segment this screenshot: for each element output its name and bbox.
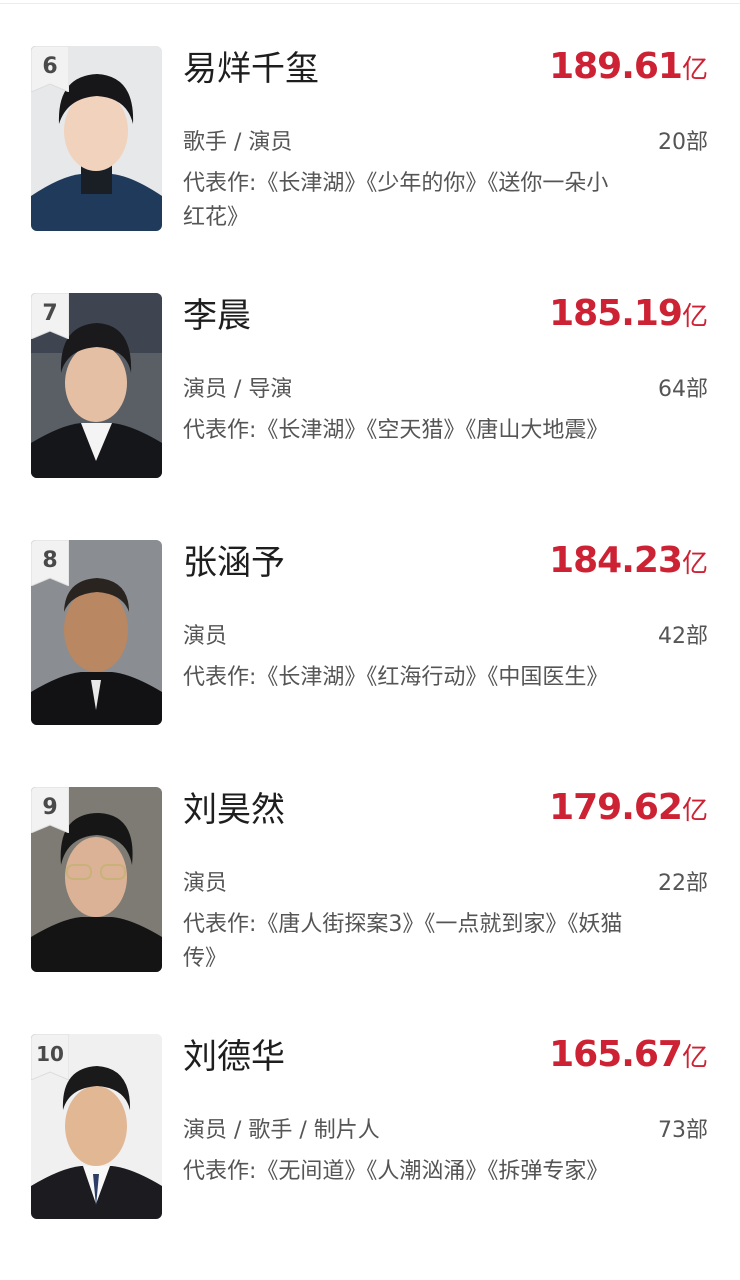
list-item[interactable]: 7 李晨 185.19亿 演员 / 导演 64部 代表作:《长津湖》《空天猎》《… [0, 293, 740, 493]
representative-works: 代表作:《长津湖》《少年的你》《送你一朵小红花》 [183, 171, 609, 230]
box-office-value: 185.19 [549, 293, 683, 334]
representative-works: 代表作:《长津湖》《红海行动》《中国医生》 [183, 665, 609, 690]
box-office-unit: 亿 [681, 796, 708, 826]
box-office-unit: 亿 [681, 549, 708, 579]
list-item[interactable]: 6 易烊千玺 189.61亿 歌手 / 演员 20部 代表作:《长津湖》《少年的… [0, 46, 740, 246]
rank-badge: 8 [31, 540, 69, 586]
actor-name[interactable]: 张涵予 [183, 542, 285, 584]
box-office-value: 184.23 [549, 540, 683, 581]
rank-number: 7 [42, 301, 58, 326]
rank-number: 10 [36, 1042, 64, 1066]
actor-roles: 歌手 / 演员 [183, 130, 293, 155]
rank-badge: 10 [31, 1034, 69, 1080]
actor-roles: 演员 / 导演 [183, 377, 293, 402]
actor-roles: 演员 / 歌手 / 制片人 [183, 1118, 380, 1143]
box-office: 184.23亿 [549, 540, 708, 588]
rank-badge: 6 [31, 46, 69, 92]
representative-works: 代表作:《唐人街探案3》《一点就到家》《妖猫传》 [183, 912, 623, 971]
rank-number: 8 [42, 548, 58, 573]
film-count: 73部 [658, 1118, 708, 1143]
box-office-unit: 亿 [681, 55, 708, 85]
actor-name[interactable]: 易烊千玺 [183, 48, 319, 90]
actor-name[interactable]: 刘德华 [183, 1036, 285, 1078]
box-office: 189.61亿 [549, 46, 708, 94]
box-office: 185.19亿 [549, 293, 708, 341]
rank-badge: 7 [31, 293, 69, 339]
box-office-unit: 亿 [681, 1043, 708, 1073]
top-divider [0, 3, 740, 4]
list-item[interactable]: 8 张涵予 184.23亿 演员 42部 代表作:《长津湖》《红海行动》《中国医… [0, 540, 740, 740]
actor-roles: 演员 [183, 871, 228, 896]
box-office: 165.67亿 [549, 1034, 708, 1082]
representative-works: 代表作:《无间道》《人潮汹涌》《拆弹专家》 [183, 1159, 609, 1184]
box-office-value: 189.61 [549, 46, 683, 87]
film-count: 64部 [658, 377, 708, 402]
list-item[interactable]: 10 刘德华 165.67亿 演员 / 歌手 / 制片人 73部 代表作:《无间… [0, 1034, 740, 1234]
actor-roles: 演员 [183, 624, 228, 649]
box-office-value: 165.67 [549, 1034, 683, 1075]
actor-name[interactable]: 李晨 [183, 295, 251, 337]
film-count: 20部 [658, 130, 708, 155]
film-count: 22部 [658, 871, 708, 896]
box-office-value: 179.62 [549, 787, 683, 828]
box-office: 179.62亿 [549, 787, 708, 835]
representative-works: 代表作:《长津湖》《空天猎》《唐山大地震》 [183, 418, 609, 443]
box-office-unit: 亿 [681, 302, 708, 332]
actor-name[interactable]: 刘昊然 [183, 789, 285, 831]
rank-number: 9 [42, 795, 58, 820]
rank-badge: 9 [31, 787, 69, 833]
list-item[interactable]: 9 刘昊然 179.62亿 演员 22部 代表作:《唐人街探案3》《一点就到家》… [0, 787, 740, 987]
rank-number: 6 [42, 54, 58, 79]
film-count: 42部 [658, 624, 708, 649]
